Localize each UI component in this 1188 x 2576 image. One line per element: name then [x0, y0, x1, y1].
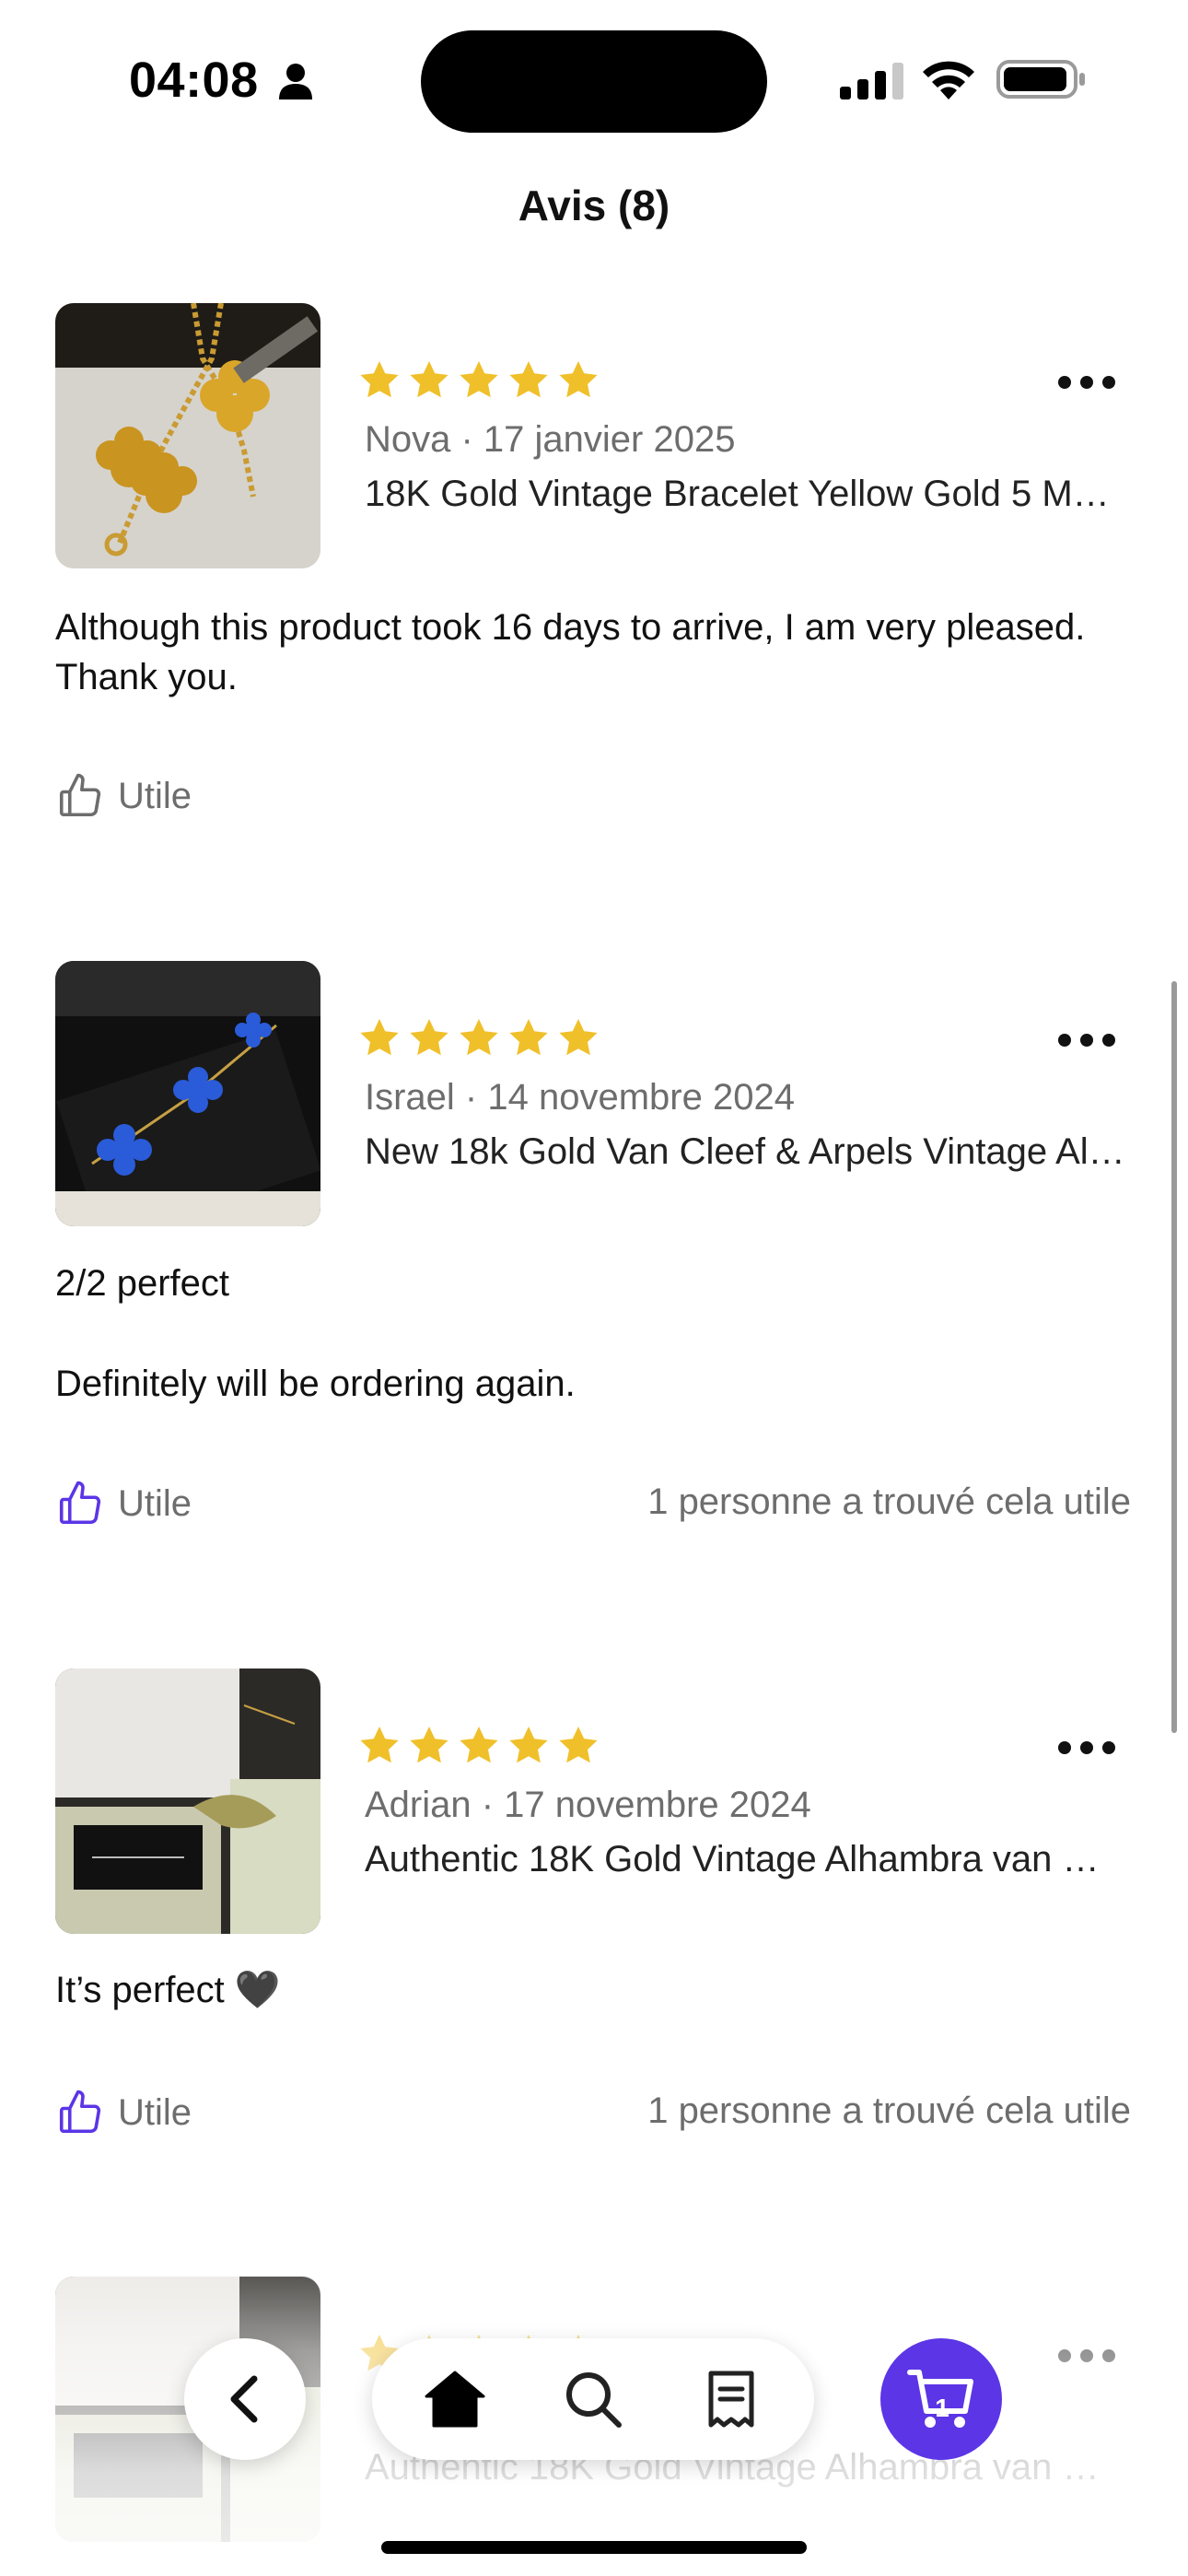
star-icon	[460, 1019, 498, 1056]
status-bar: 04:08	[0, 0, 1188, 157]
review-card: Adrian · 17 novembre 2024 Authentic 18K …	[0, 1669, 1188, 2221]
more-options-icon[interactable]	[1057, 1031, 1116, 1049]
thumbs-up-icon	[59, 773, 101, 817]
star-icon	[360, 1019, 399, 1056]
review-card: Nova · 17 janvier 2025 18K Gold Vintage …	[0, 303, 1188, 874]
back-icon	[230, 2375, 258, 2423]
helpful-label: Utile	[118, 775, 192, 816]
star-rating	[357, 1724, 600, 1768]
review-text: 2/2 perfect	[55, 1263, 230, 1304]
more-options-icon[interactable]	[1057, 373, 1116, 392]
star-icon	[410, 361, 448, 398]
scrollbar[interactable]	[1171, 981, 1177, 1733]
review-product-name[interactable]: New 18k Gold Van Cleef & Arpels Vintage …	[365, 1131, 1125, 1173]
review-text: Although this product took 16 days to ar…	[55, 607, 1086, 697]
helpful-count: 1 personne a trouvé cela utile	[647, 1481, 1131, 1522]
page-title: Avis (8)	[518, 181, 670, 229]
helpful-button[interactable]: Utile	[55, 768, 192, 824]
review-text: It’s perfect 🖤	[55, 1970, 281, 2010]
nav-orders[interactable]	[696, 2364, 766, 2434]
battery-icon	[996, 60, 1085, 99]
star-rating	[357, 1016, 600, 1060]
review-product-name[interactable]: Authentic 18K Gold Vintage Alhambra van …	[365, 1839, 1125, 1880]
review-author-date: Nova · 17 janvier 2025	[365, 419, 736, 460]
review-author-date: Israel · 14 novembre 2024	[365, 1077, 795, 1118]
product-thumbnail[interactable]	[55, 961, 320, 1226]
star-icon	[410, 1019, 448, 1056]
orders-icon	[708, 2371, 754, 2428]
dynamic-island	[421, 30, 767, 133]
star-icon	[509, 361, 548, 398]
star-icon	[460, 1727, 498, 1763]
star-icon	[509, 1019, 548, 1056]
bottom-nav	[372, 2338, 814, 2460]
wifi-icon	[923, 61, 974, 100]
review-card: Israel · 14 novembre 2024 New 18k Gold V…	[0, 961, 1188, 1606]
star-icon	[559, 1727, 598, 1763]
star-icon	[559, 361, 598, 398]
cart-count-badge: 1	[935, 2394, 949, 2422]
product-thumbnail[interactable]	[55, 303, 320, 568]
star-icon	[360, 1727, 399, 1763]
cart-button[interactable]: 1	[880, 2338, 1002, 2460]
review-author-date: Adrian · 17 novembre 2024	[365, 1785, 811, 1825]
helpful-button[interactable]: Utile	[55, 2085, 192, 2140]
helpful-label: Utile	[118, 1482, 192, 1524]
review-text: Definitely will be ordering again.	[55, 1364, 576, 1404]
thumbs-up-icon	[59, 2090, 101, 2134]
home-icon	[425, 2371, 485, 2428]
helpful-count: 1 personne a trouvé cela utile	[647, 2090, 1131, 2131]
thumbs-up-icon	[59, 1481, 101, 1525]
search-icon	[566, 2372, 622, 2428]
product-thumbnail[interactable]	[55, 1669, 320, 1934]
helpful-label: Utile	[118, 2091, 192, 2133]
nav-search[interactable]	[558, 2364, 628, 2434]
star-icon	[559, 1019, 598, 1056]
more-options-icon[interactable]	[1057, 2347, 1116, 2365]
person-icon	[279, 64, 312, 100]
status-time: 04:08	[129, 53, 259, 108]
nav-home[interactable]	[420, 2364, 490, 2434]
star-icon	[410, 1727, 448, 1763]
more-options-icon[interactable]	[1057, 1739, 1116, 1757]
home-indicator	[381, 2541, 807, 2554]
star-icon	[460, 361, 498, 398]
helpful-button[interactable]: Utile	[55, 1476, 192, 1531]
star-icon	[509, 1727, 548, 1763]
star-rating	[357, 358, 600, 403]
cellular-signal-icon	[840, 63, 903, 100]
star-icon	[360, 361, 399, 398]
review-product-name[interactable]: 18K Gold Vintage Bracelet Yellow Gold 5 …	[365, 474, 1125, 515]
back-button[interactable]	[184, 2338, 306, 2460]
